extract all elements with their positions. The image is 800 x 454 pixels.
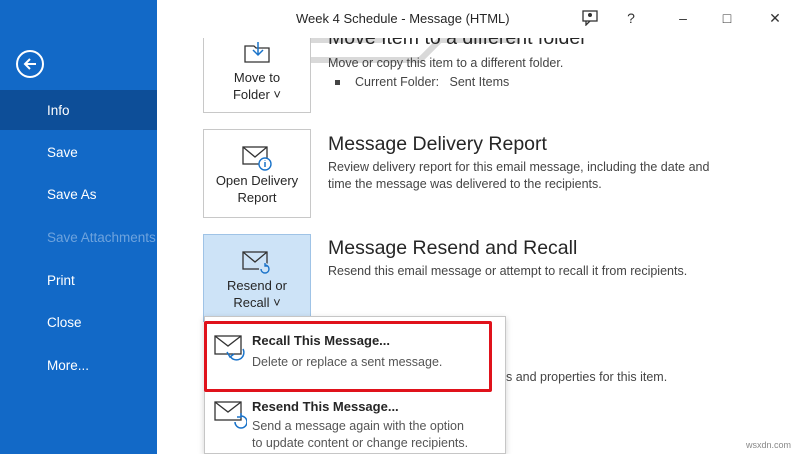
- resend-button-label-2: Recall ˅: [233, 295, 281, 310]
- nav-more-label: More...: [47, 357, 90, 373]
- resend-message-title: Resend This Message...: [252, 399, 399, 414]
- nav-save-as[interactable]: Save As: [0, 174, 157, 214]
- move-button-label-1: Move to: [233, 70, 281, 85]
- move-button-label-2: Folder ˅: [232, 87, 282, 102]
- maximize-button[interactable]: □: [716, 8, 738, 28]
- resend-message-desc-2: to update content or change recipients.: [252, 436, 469, 450]
- envelope-refresh-icon: [242, 251, 271, 275]
- red-highlight-annotation: [204, 321, 492, 392]
- delivery-button-label-2: Report: [237, 190, 277, 205]
- backstage-sidebar: Info Save Save As Save Attachments Print…: [0, 0, 157, 454]
- resend-section-desc: Resend this email message or attempt to …: [328, 264, 688, 278]
- delivery-section-title: Message Delivery Report: [328, 133, 547, 155]
- properties-desc-partial: s and properties for this item.: [506, 370, 668, 384]
- resend-message-desc-1: Send a message again with the option: [252, 419, 464, 433]
- back-arrow-icon[interactable]: [16, 50, 44, 78]
- nav-print-label: Print: [47, 272, 75, 288]
- minimize-button[interactable]: –: [672, 8, 694, 28]
- window-title: Week 4 Schedule - Message (HTML): [296, 11, 510, 26]
- resend-or-recall-button[interactable]: Resend or Recall ˅: [203, 234, 311, 322]
- delivery-button-label-1: Open Delivery: [215, 173, 299, 188]
- current-folder-value: Sent Items: [449, 75, 510, 89]
- help-button[interactable]: ?: [620, 8, 642, 28]
- resend-message-item[interactable]: Resend This Message... Send a message ag…: [205, 393, 505, 453]
- nav-print[interactable]: Print: [0, 260, 157, 300]
- watermark: wsxdn.com: [746, 440, 792, 450]
- nav-more[interactable]: More...: [0, 345, 157, 385]
- current-folder-label: Current Folder:: [355, 75, 440, 89]
- bullet-icon: [335, 80, 340, 85]
- resend-button-label-1: Resend or: [227, 278, 287, 293]
- open-delivery-report-button[interactable]: Open Delivery Report: [203, 129, 311, 218]
- move-to-folder-button[interactable]: Move to Folder ˅: [203, 38, 311, 113]
- nav-info-label: Info: [47, 102, 70, 118]
- feedback-icon[interactable]: [580, 8, 602, 28]
- envelope-resend-icon: [214, 401, 247, 429]
- nav-save-label: Save: [47, 144, 78, 160]
- resend-section-title: Message Resend and Recall: [328, 237, 578, 259]
- nav-save-attachments: Save Attachments: [0, 217, 157, 257]
- nav-save-attachments-label: Save Attachments: [47, 229, 156, 245]
- nav-close-label: Close: [47, 314, 82, 330]
- close-window-button[interactable]: ✕: [764, 8, 786, 28]
- delivery-section-desc: Review delivery report for this email me…: [328, 160, 710, 191]
- nav-save[interactable]: Save: [0, 132, 157, 172]
- nav-save-as-label: Save As: [47, 186, 97, 202]
- folder-move-icon: [244, 42, 270, 63]
- move-section-desc: Move or copy this item to a different fo…: [328, 56, 564, 70]
- nav-close[interactable]: Close: [0, 302, 157, 342]
- nav-info[interactable]: Info: [0, 90, 157, 130]
- envelope-info-icon: [242, 146, 272, 171]
